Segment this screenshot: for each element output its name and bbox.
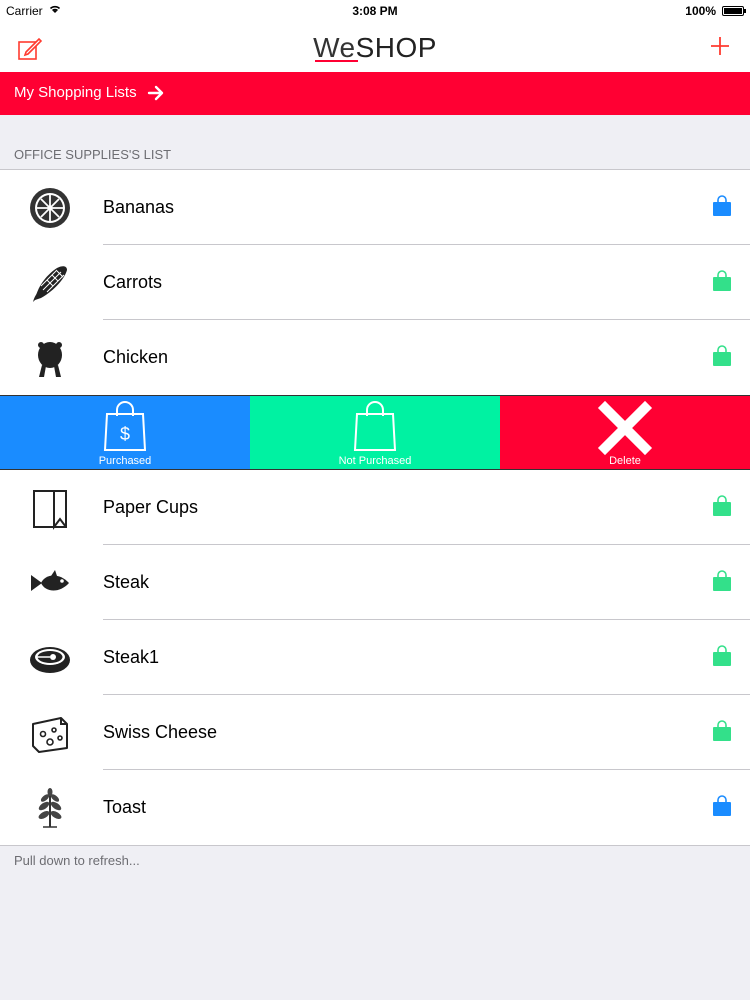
logo-shop: SHOP [355,32,437,63]
purchased-button[interactable]: $ Purchased [0,396,250,469]
list-item[interactable]: Steak [0,545,750,620]
bag-icon[interactable] [712,795,732,817]
chicken-icon [27,335,73,381]
shopping-bag-dollar-icon: $ [103,401,147,451]
delete-button[interactable]: Delete [500,396,750,469]
swipe-actions: $ Purchased Not Purchased Delete [0,395,750,470]
bag-icon[interactable] [712,720,732,742]
list-item[interactable]: Swiss Cheese [0,695,750,770]
not-purchased-label: Not Purchased [338,455,412,467]
steak-icon [27,635,73,681]
shopping-list: Bananas Carrots Chicken $ Purchased Not … [0,169,750,845]
list-item[interactable]: Paper Cups [0,470,750,545]
purchased-label: Purchased [98,455,152,467]
navigation-bar: WeSHOP [0,22,750,72]
bag-icon[interactable] [712,345,732,367]
my-shopping-lists-button[interactable]: My Shopping Lists [0,72,750,115]
bag-icon[interactable] [712,495,732,517]
shopping-bag-icon [353,401,397,451]
close-icon [597,400,653,456]
list-item[interactable]: Chicken [0,320,750,395]
item-name: Steak [103,572,150,592]
orange-slice-icon [27,185,73,231]
list-item[interactable]: Toast [0,770,750,845]
section-title: OFFICE SUPPLIES'S LIST [14,147,172,162]
bag-icon[interactable] [712,645,732,667]
cheese-icon [27,710,73,756]
delete-label: Delete [609,455,641,467]
herb-icon [27,785,73,831]
battery-percent: 100% [685,4,716,18]
item-name: Toast [103,797,147,817]
clock: 3:08 PM [352,4,398,18]
bag-icon[interactable] [712,270,732,292]
item-name: Carrots [103,272,163,292]
bag-icon[interactable] [712,570,732,592]
app-logo: WeSHOP [0,32,750,64]
item-name: Paper Cups [103,497,199,517]
item-name: Bananas [103,197,175,217]
corn-icon [27,260,73,306]
item-name: Chicken [103,347,169,367]
list-item[interactable]: Carrots [0,245,750,320]
plus-icon[interactable] [708,34,732,58]
fish-icon [27,560,73,606]
logo-we: We [313,32,356,63]
list-item[interactable]: Steak1 [0,620,750,695]
banner-label: My Shopping Lists [14,84,137,101]
arrow-right-icon [146,83,166,107]
bag-icon[interactable] [712,195,732,217]
list-item[interactable]: Bananas [0,170,750,245]
item-name: Steak1 [103,647,160,667]
list-bottom-divider [0,845,750,846]
pull-to-refresh-text: Pull down to refresh... [14,853,140,868]
not-purchased-button[interactable]: Not Purchased [250,396,500,469]
paper-bag-icon [27,485,73,531]
item-name: Swiss Cheese [103,722,218,742]
battery-icon [722,6,746,16]
svg-text:$: $ [120,424,130,444]
status-bar: Carrier 3:08 PM 100% [0,0,750,22]
